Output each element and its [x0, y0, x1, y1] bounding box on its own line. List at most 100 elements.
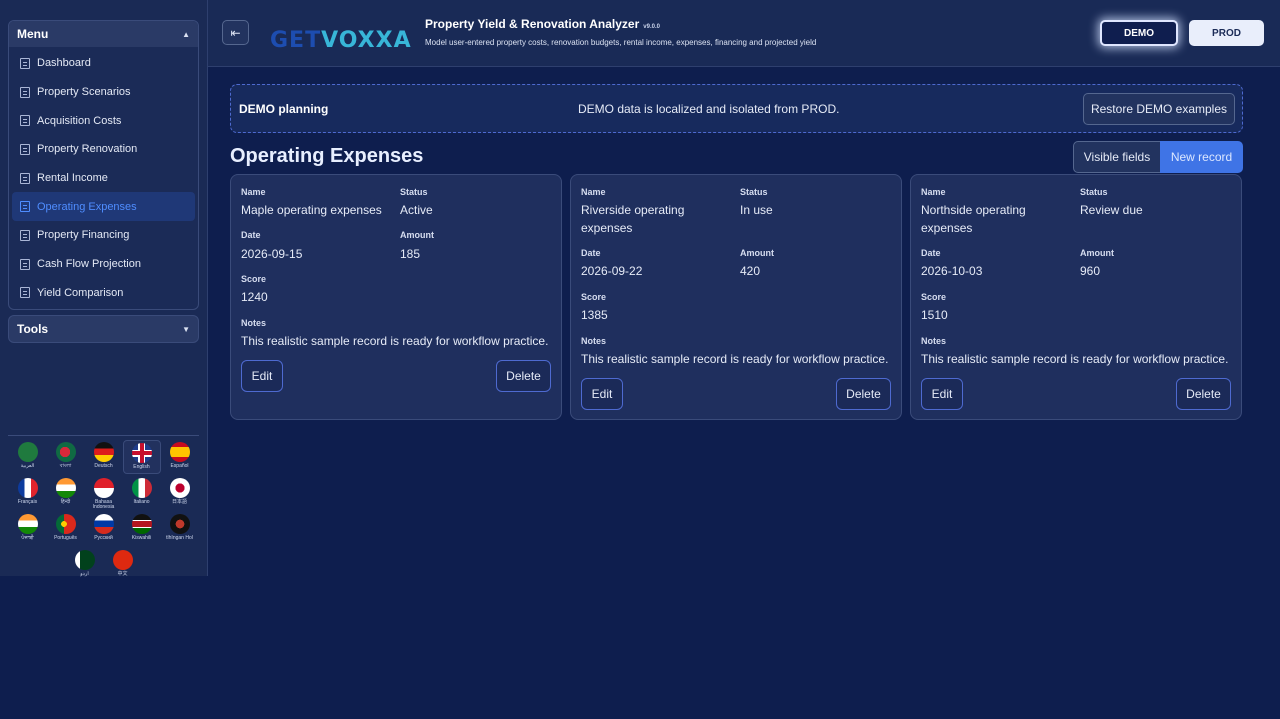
language-label: Français: [17, 499, 38, 505]
amount-label: Amount: [1080, 248, 1114, 258]
record-notes: This realistic sample record is ready fo…: [581, 352, 889, 366]
restore-demo-button[interactable]: Restore DEMO examples: [1083, 93, 1235, 125]
sidebar-item-dashboard[interactable]: Dashboard: [12, 49, 195, 78]
language-option-punjabi[interactable]: ਪੰਜਾਬੀ: [9, 512, 47, 546]
date-label: Date: [921, 248, 941, 258]
language-option-french[interactable]: Français: [9, 476, 47, 510]
record-name: Riverside operating expenses: [581, 203, 685, 235]
sidebar-item-label: Yield Comparison: [37, 286, 124, 299]
language-option-urdu[interactable]: اردو: [66, 548, 104, 582]
language-option-chinese[interactable]: 中文: [104, 548, 142, 582]
language-option-japanese[interactable]: 日本語: [161, 476, 199, 510]
collapse-sidebar-button[interactable]: ⇤: [222, 20, 249, 45]
sidebar-item-operating-expenses[interactable]: Operating Expenses: [12, 192, 195, 222]
record-notes: This realistic sample record is ready fo…: [241, 334, 549, 348]
edit-button[interactable]: Edit: [241, 360, 283, 392]
new-record-button[interactable]: New record: [1160, 141, 1243, 173]
india-flag-icon: [17, 514, 38, 534]
delete-button[interactable]: Delete: [496, 360, 551, 392]
language-label: Русский: [94, 535, 113, 541]
record-card: Name Maple operating expenses Status Act…: [230, 174, 562, 420]
record-card: Name Northside operating expenses Status…: [910, 174, 1242, 420]
language-option-klingon[interactable]: tlhIngan Hol: [161, 512, 199, 546]
sidebar-item-label: Property Scenarios: [37, 86, 131, 99]
logo-text: GET: [270, 28, 322, 53]
delete-button[interactable]: Delete: [1176, 378, 1231, 410]
prod-env-button[interactable]: PROD: [1189, 20, 1264, 46]
language-option-portuguese[interactable]: Português: [47, 512, 85, 546]
sidebar-item-yield-comparison[interactable]: Yield Comparison: [12, 279, 195, 308]
collapse-sidebar-icon: ⇤: [230, 25, 241, 40]
visible-fields-button[interactable]: Visible fields: [1073, 141, 1161, 173]
record-amount: 960: [1080, 264, 1101, 278]
record-name: Northside operating expenses: [921, 203, 1026, 235]
language-option-spanish[interactable]: Español: [161, 440, 199, 474]
language-option-indonesian[interactable]: Bahasa Indonesia: [85, 476, 123, 510]
document-icon: [20, 143, 30, 155]
document-icon: [20, 172, 30, 184]
record-status: Active: [400, 203, 433, 217]
language-label: العربية: [20, 463, 35, 469]
menu-header[interactable]: Menu ▲: [9, 21, 198, 47]
tools-panel-toggle[interactable]: Tools ▼: [8, 315, 199, 343]
record-card: Name Riverside operating expenses Status…: [570, 174, 902, 420]
demo-banner: DEMO planning DEMO data is localized and…: [230, 84, 1243, 133]
sidebar-item-label: Operating Expenses: [37, 200, 137, 213]
language-option-bengali[interactable]: বাংলা: [47, 440, 85, 474]
document-icon: [20, 86, 30, 98]
sidebar-item-property-financing[interactable]: Property Financing: [12, 221, 195, 250]
status-label: Status: [400, 187, 428, 197]
document-icon: [20, 115, 30, 127]
sidebar-item-rental-income[interactable]: Rental Income: [12, 164, 195, 193]
language-picker: العربية বাংলা Deutsch English Español Fr…: [8, 440, 199, 582]
pakistan-flag-icon: [74, 550, 95, 570]
language-label: Español: [170, 463, 189, 469]
sidebar-item-label: Property Renovation: [37, 143, 138, 156]
language-label: 中文: [117, 571, 128, 577]
record-amount: 420: [740, 264, 761, 278]
edit-button[interactable]: Edit: [921, 378, 963, 410]
japan-flag-icon: [169, 478, 190, 498]
language-label: हिन्दी: [60, 499, 71, 505]
tools-title: Tools: [17, 322, 49, 336]
document-icon: [20, 258, 30, 270]
language-option-italian[interactable]: Italiano: [123, 476, 161, 510]
score-label: Score: [581, 292, 607, 302]
language-option-arabic[interactable]: العربية: [9, 440, 47, 474]
language-option-hindi[interactable]: हिन्दी: [47, 476, 85, 510]
app-title: Property Yield & Renovation Analyzer v9.0…: [425, 17, 660, 31]
france-flag-icon: [17, 478, 38, 498]
sidebar-item-cash-flow-projection[interactable]: Cash Flow Projection: [12, 250, 195, 279]
delete-button[interactable]: Delete: [836, 378, 891, 410]
demo-env-button[interactable]: DEMO: [1100, 20, 1178, 46]
sidebar-item-property-scenarios[interactable]: Property Scenarios: [12, 78, 195, 107]
app-subtitle: Model user-entered property costs, renov…: [425, 38, 817, 47]
app-title-text: Property Yield & Renovation Analyzer: [425, 17, 640, 31]
name-label: Name: [921, 187, 946, 197]
india-flag-icon: [55, 478, 76, 498]
sidebar-item-label: Rental Income: [37, 172, 108, 185]
sidebar-item-acquisition-costs[interactable]: Acquisition Costs: [12, 106, 195, 135]
banner-message: DEMO data is localized and isolated from…: [578, 102, 840, 116]
record-status: Review due: [1080, 203, 1143, 217]
document-icon: [20, 287, 30, 299]
language-option-russian[interactable]: Русский: [85, 512, 123, 546]
language-label: Italiano: [133, 499, 150, 505]
chevron-down-icon: ▼: [182, 324, 190, 334]
chevron-up-icon: ▲: [182, 29, 190, 39]
menu-title: Menu: [17, 27, 49, 41]
language-option-german[interactable]: Deutsch: [85, 440, 123, 474]
language-option-swahili[interactable]: Kiswahili: [123, 512, 161, 546]
language-label: اردو: [80, 571, 89, 577]
language-label: Kiswahili: [131, 535, 152, 541]
language-label: Deutsch: [94, 463, 113, 469]
record-name: Maple operating expenses: [241, 203, 382, 217]
record-amount: 185: [400, 247, 421, 261]
language-option-english[interactable]: English: [122, 440, 161, 474]
record-score: 1510: [921, 308, 948, 322]
sidebar-item-label: Dashboard: [37, 57, 91, 70]
sidebar-item-property-renovation[interactable]: Property Renovation: [12, 135, 195, 164]
record-notes: This realistic sample record is ready fo…: [921, 352, 1229, 366]
document-icon: [20, 229, 30, 241]
edit-button[interactable]: Edit: [581, 378, 623, 410]
